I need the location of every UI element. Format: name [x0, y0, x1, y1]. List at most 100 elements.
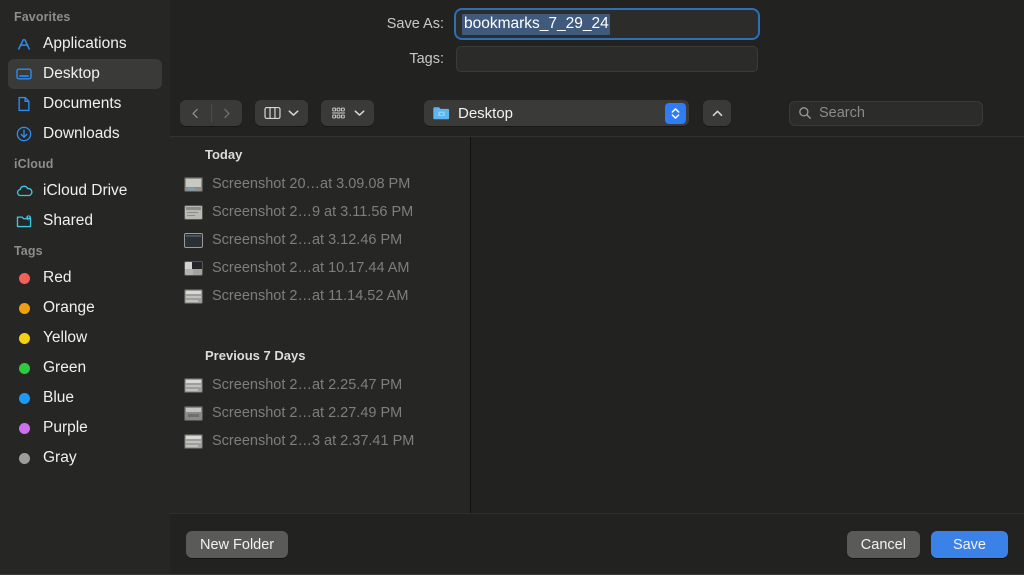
file-name: Screenshot 2…3 at 2.37.41 PM [212, 433, 415, 449]
tag-color-dot-icon [14, 448, 34, 468]
sidebar-item-documents[interactable]: Documents [8, 89, 162, 119]
file-name: Screenshot 2…9 at 3.11.56 PM [212, 204, 414, 220]
file-thumbnail-icon [184, 232, 203, 248]
filename-input[interactable]: bookmarks_7_29_24 [454, 8, 760, 40]
save-as-label: Save As: [386, 16, 444, 32]
sidebar-tag-red[interactable]: Red [8, 263, 162, 293]
sidebar-group-tags: Tags Red Orange Yellow Green Blue Purple… [0, 244, 170, 473]
filename-value: bookmarks_7_29_24 [462, 13, 610, 35]
file-group-header: Today [205, 147, 243, 162]
sidebar-item-label: iCloud Drive [43, 182, 128, 199]
chevron-down-icon [354, 110, 365, 116]
tags-input[interactable] [456, 46, 758, 72]
sidebar-tag-orange[interactable]: Orange [8, 293, 162, 323]
enclosing-folder-button[interactable] [703, 100, 731, 126]
sidebar-tag-gray[interactable]: Gray [8, 443, 162, 473]
sidebar-tag-yellow[interactable]: Yellow [8, 323, 162, 353]
cancel-button[interactable]: Cancel [846, 531, 920, 558]
desktop-icon [14, 64, 34, 84]
cloud-icon [14, 181, 34, 201]
search-input[interactable]: Search [789, 100, 983, 126]
list-item[interactable]: Screenshot 2…3 at 2.37.41 PM [170, 427, 470, 455]
folder-icon [433, 107, 450, 120]
popup-stepper-icon [665, 102, 686, 124]
file-name: Screenshot 2…at 2.27.49 PM [212, 405, 403, 421]
file-group-header: Previous 7 Days [205, 348, 306, 363]
list-item[interactable]: Screenshot 2…at 2.25.47 PM [170, 371, 470, 399]
dialog-main: Save As: bookmarks_7_29_24 Tags: Desktop… [170, 0, 1024, 575]
sidebar-tag-label: Gray [43, 449, 77, 466]
toolbar: Desktop Search [170, 90, 1024, 136]
sidebar-item-shared[interactable]: Shared [8, 206, 162, 236]
save-as-row: Save As: bookmarks_7_29_24 [170, 8, 1024, 40]
group-by-button[interactable] [321, 100, 374, 126]
sidebar-group-title-favorites: Favorites [14, 10, 71, 24]
tag-color-dot-icon [14, 268, 34, 288]
location-label: Desktop [458, 104, 514, 122]
sidebar-tag-label: Purple [43, 419, 88, 436]
sidebar-group-favorites: Favorites Applications Desktop Documents… [0, 10, 170, 149]
sidebar-item-desktop[interactable]: Desktop [8, 59, 162, 89]
sidebar-item-label: Shared [43, 212, 93, 229]
sidebar-item-applications[interactable]: Applications [8, 29, 162, 59]
list-item[interactable]: Screenshot 2…at 10.17.44 AM [170, 254, 470, 282]
file-thumbnail-icon [184, 405, 203, 421]
list-item[interactable]: Screenshot 2…at 2.27.49 PM [170, 399, 470, 427]
tag-color-dot-icon [14, 388, 34, 408]
sidebar-item-label: Desktop [43, 65, 100, 82]
document-icon [14, 94, 34, 114]
list-item[interactable]: Screenshot 2…at 11.14.52 AM [170, 282, 470, 310]
location-popup-button[interactable]: Desktop [424, 100, 689, 126]
sidebar-tag-label: Orange [43, 299, 95, 316]
list-item[interactable]: Screenshot 20…at 3.09.08 PM [170, 170, 470, 198]
sidebar-tag-purple[interactable]: Purple [8, 413, 162, 443]
sidebar-item-downloads[interactable]: Downloads [8, 119, 162, 149]
sidebar-tag-label: Blue [43, 389, 75, 406]
form-area: Save As: bookmarks_7_29_24 Tags: [170, 0, 1024, 90]
sidebar-tag-label: Red [43, 269, 72, 286]
save-dialog: Favorites Applications Desktop Documents… [0, 0, 1024, 575]
tag-color-dot-icon [14, 298, 34, 318]
list-item[interactable]: Screenshot 2…9 at 3.11.56 PM [170, 198, 470, 226]
sidebar-item-label: Documents [43, 95, 122, 112]
shared-folder-icon [14, 211, 34, 231]
dialog-footer: New Folder Cancel Save [170, 513, 1024, 575]
file-browser: Today Screenshot 20…at 3.09.08 PM Screen… [170, 136, 1024, 513]
file-name: Screenshot 20…at 3.09.08 PM [212, 176, 411, 192]
tag-color-dot-icon [14, 418, 34, 438]
nav-segmented-control [180, 100, 242, 126]
file-thumbnail-icon [184, 288, 203, 304]
sidebar-group-title-icloud: iCloud [14, 157, 54, 171]
sidebar-tag-label: Green [43, 359, 87, 376]
sidebar-item-icloud-drive[interactable]: iCloud Drive [8, 176, 162, 206]
back-button[interactable] [180, 100, 211, 126]
file-name: Screenshot 2…at 2.25.47 PM [212, 377, 403, 393]
sidebar-tag-green[interactable]: Green [8, 353, 162, 383]
chevron-left-icon [192, 108, 198, 118]
sidebar-group-title-tags: Tags [14, 244, 43, 258]
preview-pane [471, 137, 1024, 513]
chevron-right-icon [224, 108, 230, 118]
tags-row: Tags: [170, 46, 1024, 72]
file-name: Screenshot 2…at 3.12.46 PM [212, 232, 403, 248]
tag-color-dot-icon [14, 358, 34, 378]
sidebar: Favorites Applications Desktop Documents… [0, 0, 170, 575]
file-name: Screenshot 2…at 11.14.52 AM [212, 288, 409, 304]
chevron-down-icon [288, 110, 299, 116]
sidebar-tag-label: Yellow [43, 329, 88, 346]
save-button[interactable]: Save [930, 531, 1008, 558]
sidebar-tag-blue[interactable]: Blue [8, 383, 162, 413]
sidebar-item-label: Downloads [43, 125, 120, 142]
view-mode-button[interactable] [255, 100, 308, 126]
search-placeholder: Search [819, 105, 865, 121]
forward-button[interactable] [211, 100, 242, 126]
tags-label: Tags: [409, 51, 444, 67]
column-view-icon [264, 106, 281, 120]
file-thumbnail-icon [184, 433, 203, 449]
chevron-up-icon [712, 110, 722, 116]
applications-icon [14, 34, 34, 54]
file-thumbnail-icon [184, 377, 203, 393]
list-item[interactable]: Screenshot 2…at 3.12.46 PM [170, 226, 470, 254]
file-list-column[interactable]: Today Screenshot 20…at 3.09.08 PM Screen… [170, 137, 471, 513]
new-folder-button[interactable]: New Folder [186, 531, 289, 558]
